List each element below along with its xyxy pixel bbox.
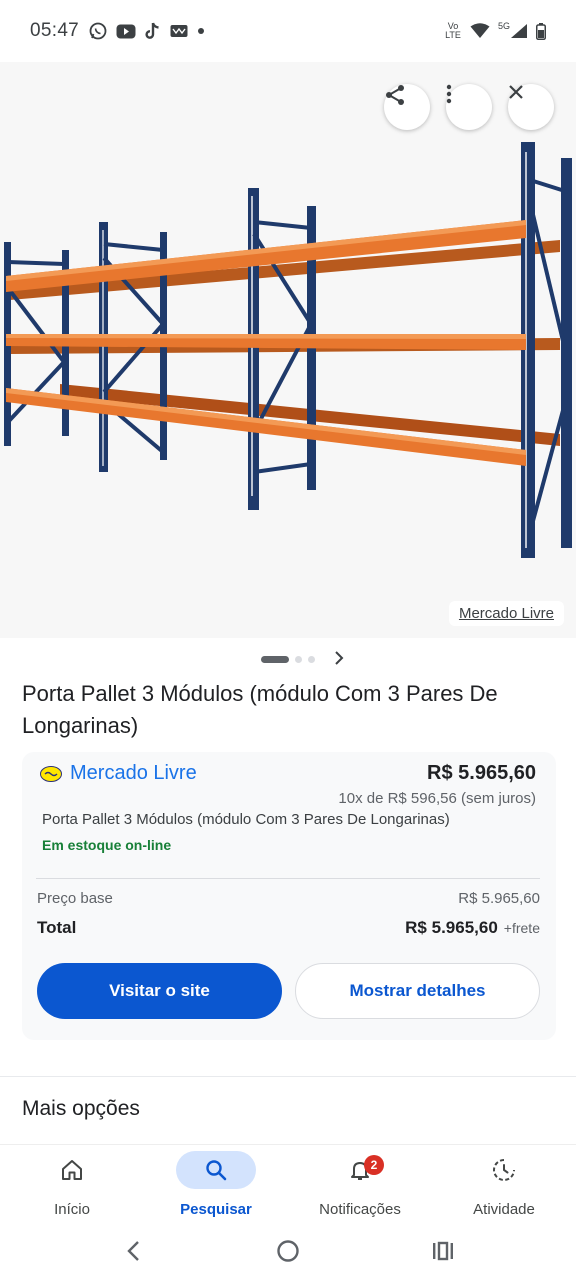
wifi-icon — [470, 23, 490, 38]
status-time: 05:47 — [30, 20, 80, 41]
nav-icon-wrap — [464, 1151, 544, 1189]
network-type-label: 5G — [497, 20, 510, 31]
nav-item-search[interactable]: Pesquisar — [144, 1151, 288, 1225]
product-image[interactable]: Mercado Livre — [0, 62, 576, 638]
product-title: Porta Pallet 3 Módulos (módulo Com 3 Par… — [22, 681, 498, 738]
notification-icons — [89, 22, 205, 40]
status-bar: 05:47 Vo LTE 5G — [0, 0, 576, 62]
base-price-label: Preço base — [37, 890, 113, 907]
total-label: Total — [37, 918, 77, 937]
system-home-button[interactable] — [268, 1236, 308, 1266]
more-options-heading: Mais opções — [22, 1097, 140, 1120]
seller-name[interactable]: Mercado Livre — [70, 762, 197, 785]
close-button[interactable] — [508, 84, 554, 130]
carousel-dot[interactable] — [308, 655, 315, 663]
nav-label-home: Início — [54, 1201, 90, 1218]
system-navigation-bar — [0, 1226, 576, 1280]
carousel-next-button[interactable] — [334, 648, 344, 670]
nav-item-activity[interactable]: Atividade — [432, 1151, 576, 1225]
share-icon — [386, 85, 404, 105]
nav-label-notifications: Notificações — [319, 1201, 401, 1218]
nav-label-search: Pesquisar — [180, 1201, 252, 1218]
more-options-button[interactable] — [446, 84, 492, 130]
volte-label: Vo LTE — [445, 21, 461, 40]
tiktok-icon — [145, 22, 159, 39]
signal-icon — [511, 24, 527, 38]
home-circle-icon — [277, 1240, 299, 1262]
seller[interactable]: Mercado Livre — [40, 762, 197, 785]
share-button[interactable] — [384, 84, 430, 130]
youtube-icon — [116, 24, 136, 38]
carousel-dot[interactable] — [295, 655, 302, 663]
offer-card: Mercado Livre R$ 5.965,60 10x de R$ 596,… — [22, 752, 556, 1040]
installments: 10x de R$ 596,56 (sem juros) — [338, 790, 536, 807]
activity-icon — [493, 1159, 515, 1181]
visit-site-button[interactable]: Visitar o site — [37, 963, 282, 1019]
nav-icon-wrap — [176, 1151, 256, 1189]
mercado-livre-logo-icon — [40, 765, 62, 782]
battery-icon — [536, 22, 546, 40]
whatsapp-icon — [89, 22, 107, 40]
nav-item-notifications[interactable]: 2 Notificações — [288, 1151, 432, 1225]
back-icon — [127, 1241, 139, 1261]
nav-label-activity: Atividade — [473, 1201, 535, 1218]
home-icon — [62, 1160, 82, 1180]
total-value: R$ 5.965,60 — [405, 918, 498, 937]
nav-icon-wrap: 2 — [320, 1151, 400, 1189]
image-source-link[interactable]: Mercado Livre — [448, 601, 564, 626]
more-vert-icon — [446, 84, 452, 104]
base-price-value: R$ 5.965,60 — [458, 890, 540, 907]
pallet-rack-illustration — [4, 142, 572, 558]
app-icon — [170, 25, 188, 37]
bottom-navigation: Início Pesquisar 2 Notificações Atividad… — [0, 1144, 576, 1226]
offer-description: Porta Pallet 3 Módulos (módulo Com 3 Par… — [42, 811, 450, 828]
search-icon — [206, 1160, 227, 1181]
system-recents-button[interactable] — [423, 1236, 463, 1266]
chevron-right-icon — [335, 651, 344, 665]
system-back-button[interactable] — [113, 1236, 153, 1266]
dot-icon — [198, 28, 205, 34]
notification-badge: 2 — [364, 1155, 384, 1175]
section-divider — [0, 1076, 576, 1077]
carousel-dot-active[interactable] — [261, 655, 289, 663]
offer-price: R$ 5.965,60 — [427, 762, 536, 784]
recents-icon — [433, 1241, 453, 1261]
nav-icon-wrap — [32, 1151, 112, 1189]
nav-item-home[interactable]: Início — [0, 1151, 144, 1225]
total-row: R$ 5.965,60 +frete — [405, 918, 540, 938]
shipping-note: +frete — [503, 920, 540, 936]
stock-status: Em estoque on-line — [42, 837, 172, 853]
system-status: Vo LTE 5G — [444, 20, 546, 40]
show-details-button[interactable]: Mostrar detalhes — [295, 963, 540, 1019]
close-icon — [509, 85, 523, 99]
image-carousel-indicator — [0, 648, 576, 670]
divider — [36, 878, 540, 879]
